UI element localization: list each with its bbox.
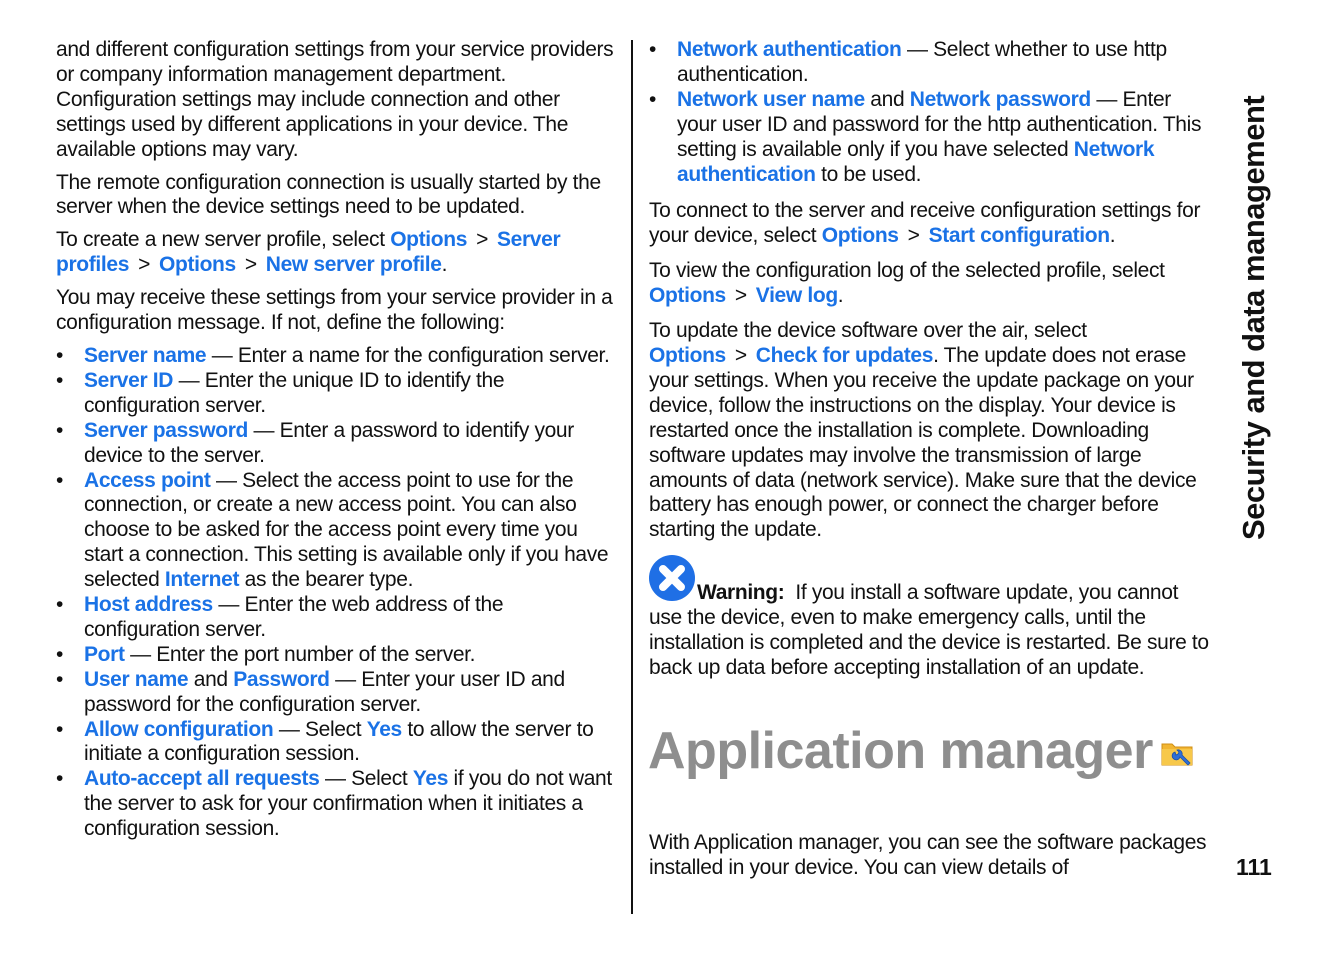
paragraph-view-log: To view the configuration log of the sel…	[649, 259, 1215, 309]
term-server-name[interactable]: Server name	[84, 344, 207, 367]
term-yes[interactable]: Yes	[367, 718, 403, 741]
auth-settings-list: Network authentication — Select whether …	[649, 38, 1215, 187]
menu-separator: >	[244, 253, 257, 277]
term-port[interactable]: Port	[84, 643, 125, 666]
text: To create a new server profile, select	[56, 228, 391, 252]
term-allow-configuration[interactable]: Allow configuration	[84, 718, 274, 741]
right-column: Network authentication — Select whether …	[648, 38, 1215, 889]
text: . The update does not erase your setting…	[649, 343, 1197, 542]
list-item: Network user name and Network password —…	[649, 88, 1215, 188]
term-auto-accept[interactable]: Auto-accept all requests	[84, 767, 320, 790]
menu-separator: >	[138, 253, 150, 277]
menu-separator: >	[734, 343, 747, 367]
text: To view the configuration log of the sel…	[649, 259, 1165, 283]
list-item: Server name — Enter a name for the confi…	[56, 344, 622, 369]
left-column: and different configuration settings fro…	[56, 38, 622, 850]
column-divider	[631, 40, 633, 914]
link-check-for-updates[interactable]: Check for updates	[756, 344, 934, 367]
list-item: Server password — Enter a password to id…	[56, 419, 622, 469]
text: and	[188, 667, 234, 691]
menu-separator: >	[734, 284, 747, 308]
paragraph-app-manager-intro: With Application manager, you can see th…	[649, 830, 1207, 879]
description: as the bearer type.	[239, 568, 414, 592]
list-item: Server ID — Enter the unique ID to ident…	[56, 369, 622, 419]
term-internet[interactable]: Internet	[165, 568, 240, 591]
menu-separator: >	[907, 224, 920, 248]
link-options[interactable]: Options	[649, 284, 726, 307]
term-host-address[interactable]: Host address	[84, 593, 213, 616]
settings-list: Server name — Enter a name for the confi…	[56, 344, 622, 842]
paragraph-remote-config: The remote configuration connection is u…	[56, 170, 601, 219]
term-password[interactable]: Password	[233, 668, 330, 691]
link-options[interactable]: Options	[649, 344, 726, 367]
description: — Enter a name for the configuration ser…	[206, 343, 610, 367]
description: — Select	[273, 717, 367, 741]
term-network-user-name[interactable]: Network user name	[677, 88, 865, 111]
warning-note: Warning: If you install a software updat…	[649, 551, 1215, 681]
section-heading: Application manager	[648, 719, 1215, 781]
text: .	[1109, 224, 1116, 248]
term-access-point[interactable]: Access point	[84, 469, 211, 492]
section-title-text: Application manager	[648, 721, 1153, 780]
link-start-configuration[interactable]: Start configuration	[929, 224, 1111, 247]
link-new-server-profile[interactable]: New server profile	[266, 253, 442, 276]
link-view-log[interactable]: View log	[756, 284, 838, 307]
link-options[interactable]: Options	[390, 228, 467, 251]
folder-wrench-icon	[1161, 719, 1193, 766]
list-item: Host address — Enter the web address of …	[56, 593, 622, 643]
list-item: Access point — Select the access point t…	[56, 469, 622, 594]
list-item: Network authentication — Select whether …	[649, 38, 1215, 88]
list-item: Allow configuration — Select Yes to allo…	[56, 718, 622, 768]
warning-label: Warning:	[697, 581, 785, 605]
paragraph-config-intro: and different configuration settings fro…	[56, 38, 614, 161]
page-number: 111	[1236, 854, 1272, 880]
text: To update the device software over the a…	[649, 319, 1087, 343]
description: — Enter the port number of the server.	[124, 642, 476, 666]
list-item: Auto-accept all requests — Select Yes if…	[56, 767, 622, 842]
term-server-password[interactable]: Server password	[84, 419, 248, 442]
text: and	[864, 87, 910, 111]
term-network-password[interactable]: Network password	[910, 88, 1091, 111]
paragraph-start-configuration: To connect to the server and receive con…	[649, 199, 1215, 249]
chapter-side-tab: Security and data management	[1236, 95, 1271, 540]
term-user-name[interactable]: User name	[84, 668, 189, 691]
paragraph-define-following: You may receive these settings from your…	[56, 286, 613, 335]
description: — Select	[319, 767, 413, 791]
link-options[interactable]: Options	[159, 253, 236, 276]
text: .	[837, 284, 844, 308]
term-server-id[interactable]: Server ID	[84, 369, 173, 392]
menu-separator: >	[476, 228, 488, 252]
term-yes[interactable]: Yes	[413, 767, 449, 790]
paragraph-software-update: To update the device software over the a…	[649, 319, 1215, 543]
list-item: User name and Password — Enter your user…	[56, 668, 622, 718]
term-network-authentication[interactable]: Network authentication	[677, 38, 902, 61]
description: to be used.	[815, 162, 922, 186]
paragraph-create-profile: To create a new server profile, select O…	[56, 228, 622, 278]
list-item: Port — Enter the port number of the serv…	[56, 643, 622, 668]
text: .	[441, 253, 448, 277]
link-options[interactable]: Options	[822, 224, 899, 247]
warning-x-icon	[649, 555, 695, 602]
